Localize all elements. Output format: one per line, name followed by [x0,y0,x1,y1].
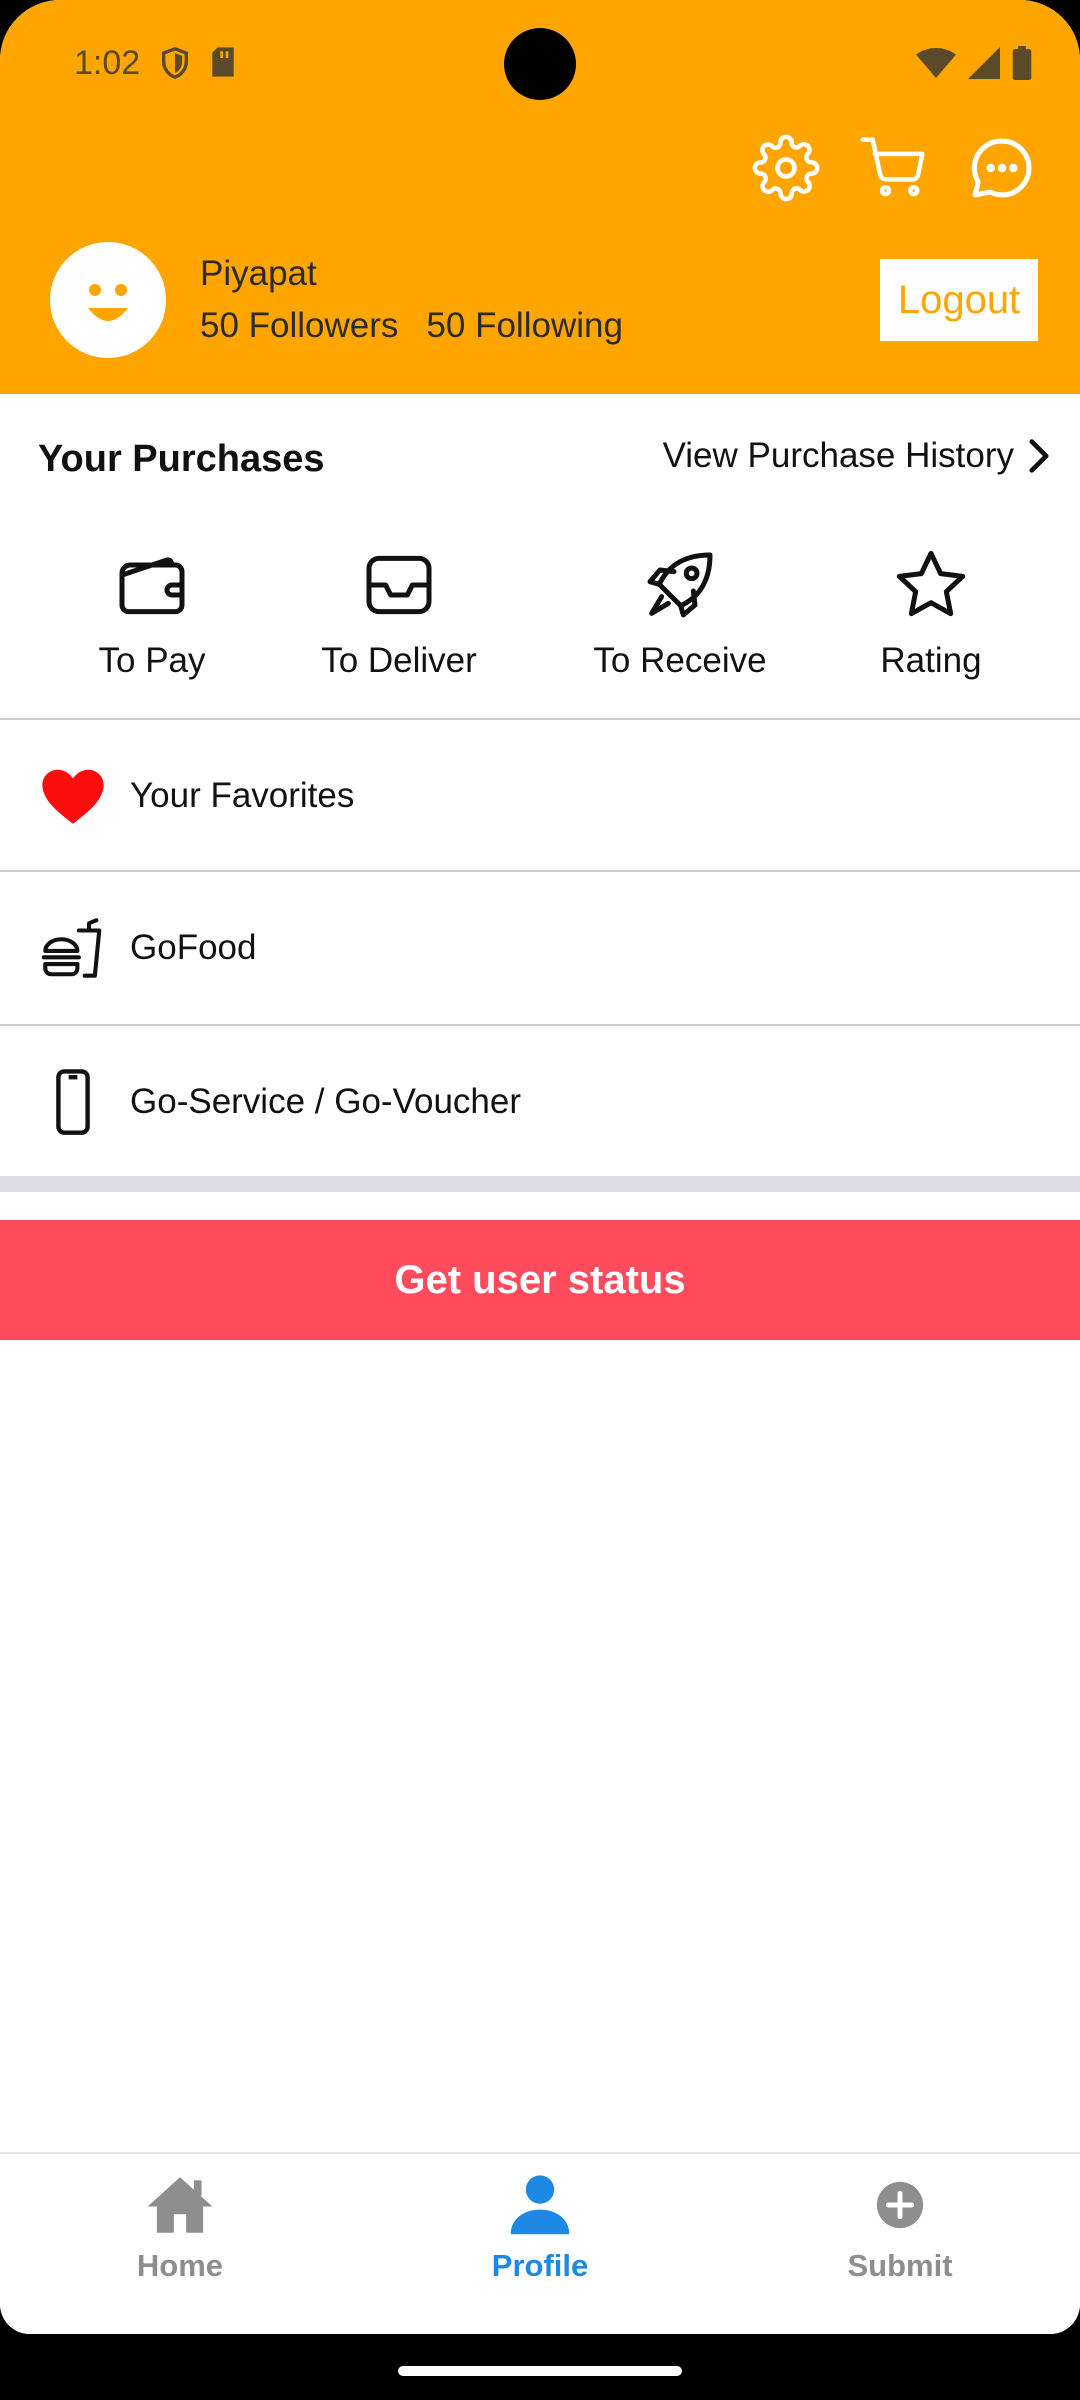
follow-stats: 50 Followers 50 Following [200,306,623,346]
purchases-title: Your Purchases [38,438,325,480]
status-icons-left [158,46,238,80]
wallet-icon [119,557,185,615]
nav-label: Profile [491,2248,589,2283]
row-divider [0,870,1080,872]
gear-icon[interactable] [752,134,820,202]
get-user-status-button[interactable]: Get user status [0,1220,1080,1340]
nav-label: Submit [847,2248,953,2283]
purchase-label: To Pay [98,641,206,680]
chat-icon[interactable] [968,134,1036,202]
nav-label: Home [136,2248,224,2283]
purchase-to-receive[interactable]: To Receive [570,545,790,681]
view-history-label: View Purchase History [662,436,1014,475]
cart-icon[interactable] [860,134,928,202]
inbox-icon [366,555,432,615]
plus-circle-icon [876,2181,924,2229]
menu-item-favorites[interactable]: Your Favorites [0,721,1080,871]
fastfood-icon [41,918,102,978]
menu-item-label: Your Favorites [130,776,355,815]
star-icon [896,550,966,617]
status-time: 1:02 [74,44,141,82]
wifi-icon [916,48,956,78]
nav-home[interactable]: Home [70,2168,290,2284]
status-icons-right [916,46,1032,80]
shield-icon [161,47,189,79]
username: Piyapat [200,254,317,293]
home-icon [147,2177,213,2233]
followers-count[interactable]: 50 Followers [200,306,398,346]
purchase-label: To Deliver [321,641,477,680]
battery-icon [1012,46,1032,80]
smiley-icon [88,284,128,321]
person-icon [510,2175,570,2235]
menu-item-go-service[interactable]: Go-Service / Go-Voucher [0,1027,1080,1177]
menu-item-label: Go-Service / Go-Voucher [130,1082,521,1121]
section-divider [0,718,1080,720]
avatar[interactable] [50,242,166,358]
gesture-handle[interactable] [398,2366,682,2376]
logout-button[interactable]: Logout [880,259,1038,341]
purchase-label: Rating [880,641,982,680]
purchase-label: To Receive [593,641,767,680]
view-purchase-history-link[interactable]: View Purchase History [663,436,1050,476]
sd-card-icon [212,47,234,77]
nav-submit[interactable]: Submit [790,2168,1010,2284]
chevron-right-icon [1029,439,1049,473]
header-actions [752,134,1036,202]
screen: 1:02 Piyapat 50 Followers 50 Following L… [0,0,1080,2334]
signal-icon [968,47,1000,79]
menu-item-label: GoFood [130,928,257,967]
heart-icon [42,769,104,824]
rocket-icon [647,552,713,618]
row-divider [0,1024,1080,1026]
purchase-rating[interactable]: Rating [821,545,1041,681]
menu-item-gofood[interactable]: GoFood [0,873,1080,1023]
camera-cutout [504,28,576,100]
section-separator [0,1176,1080,1192]
purchase-to-pay[interactable]: To Pay [42,545,262,681]
phone-icon [56,1069,90,1135]
purchase-status-list: To Pay To Deliver To Receive Rating [0,545,1080,685]
purchase-to-deliver[interactable]: To Deliver [289,545,509,681]
nav-profile[interactable]: Profile [430,2168,650,2284]
profile-header: 1:02 Piyapat 50 Followers 50 Following L… [0,0,1080,394]
bottom-navigation: Home Profile Submit [0,2152,1080,2334]
following-count[interactable]: 50 Following [426,306,623,346]
